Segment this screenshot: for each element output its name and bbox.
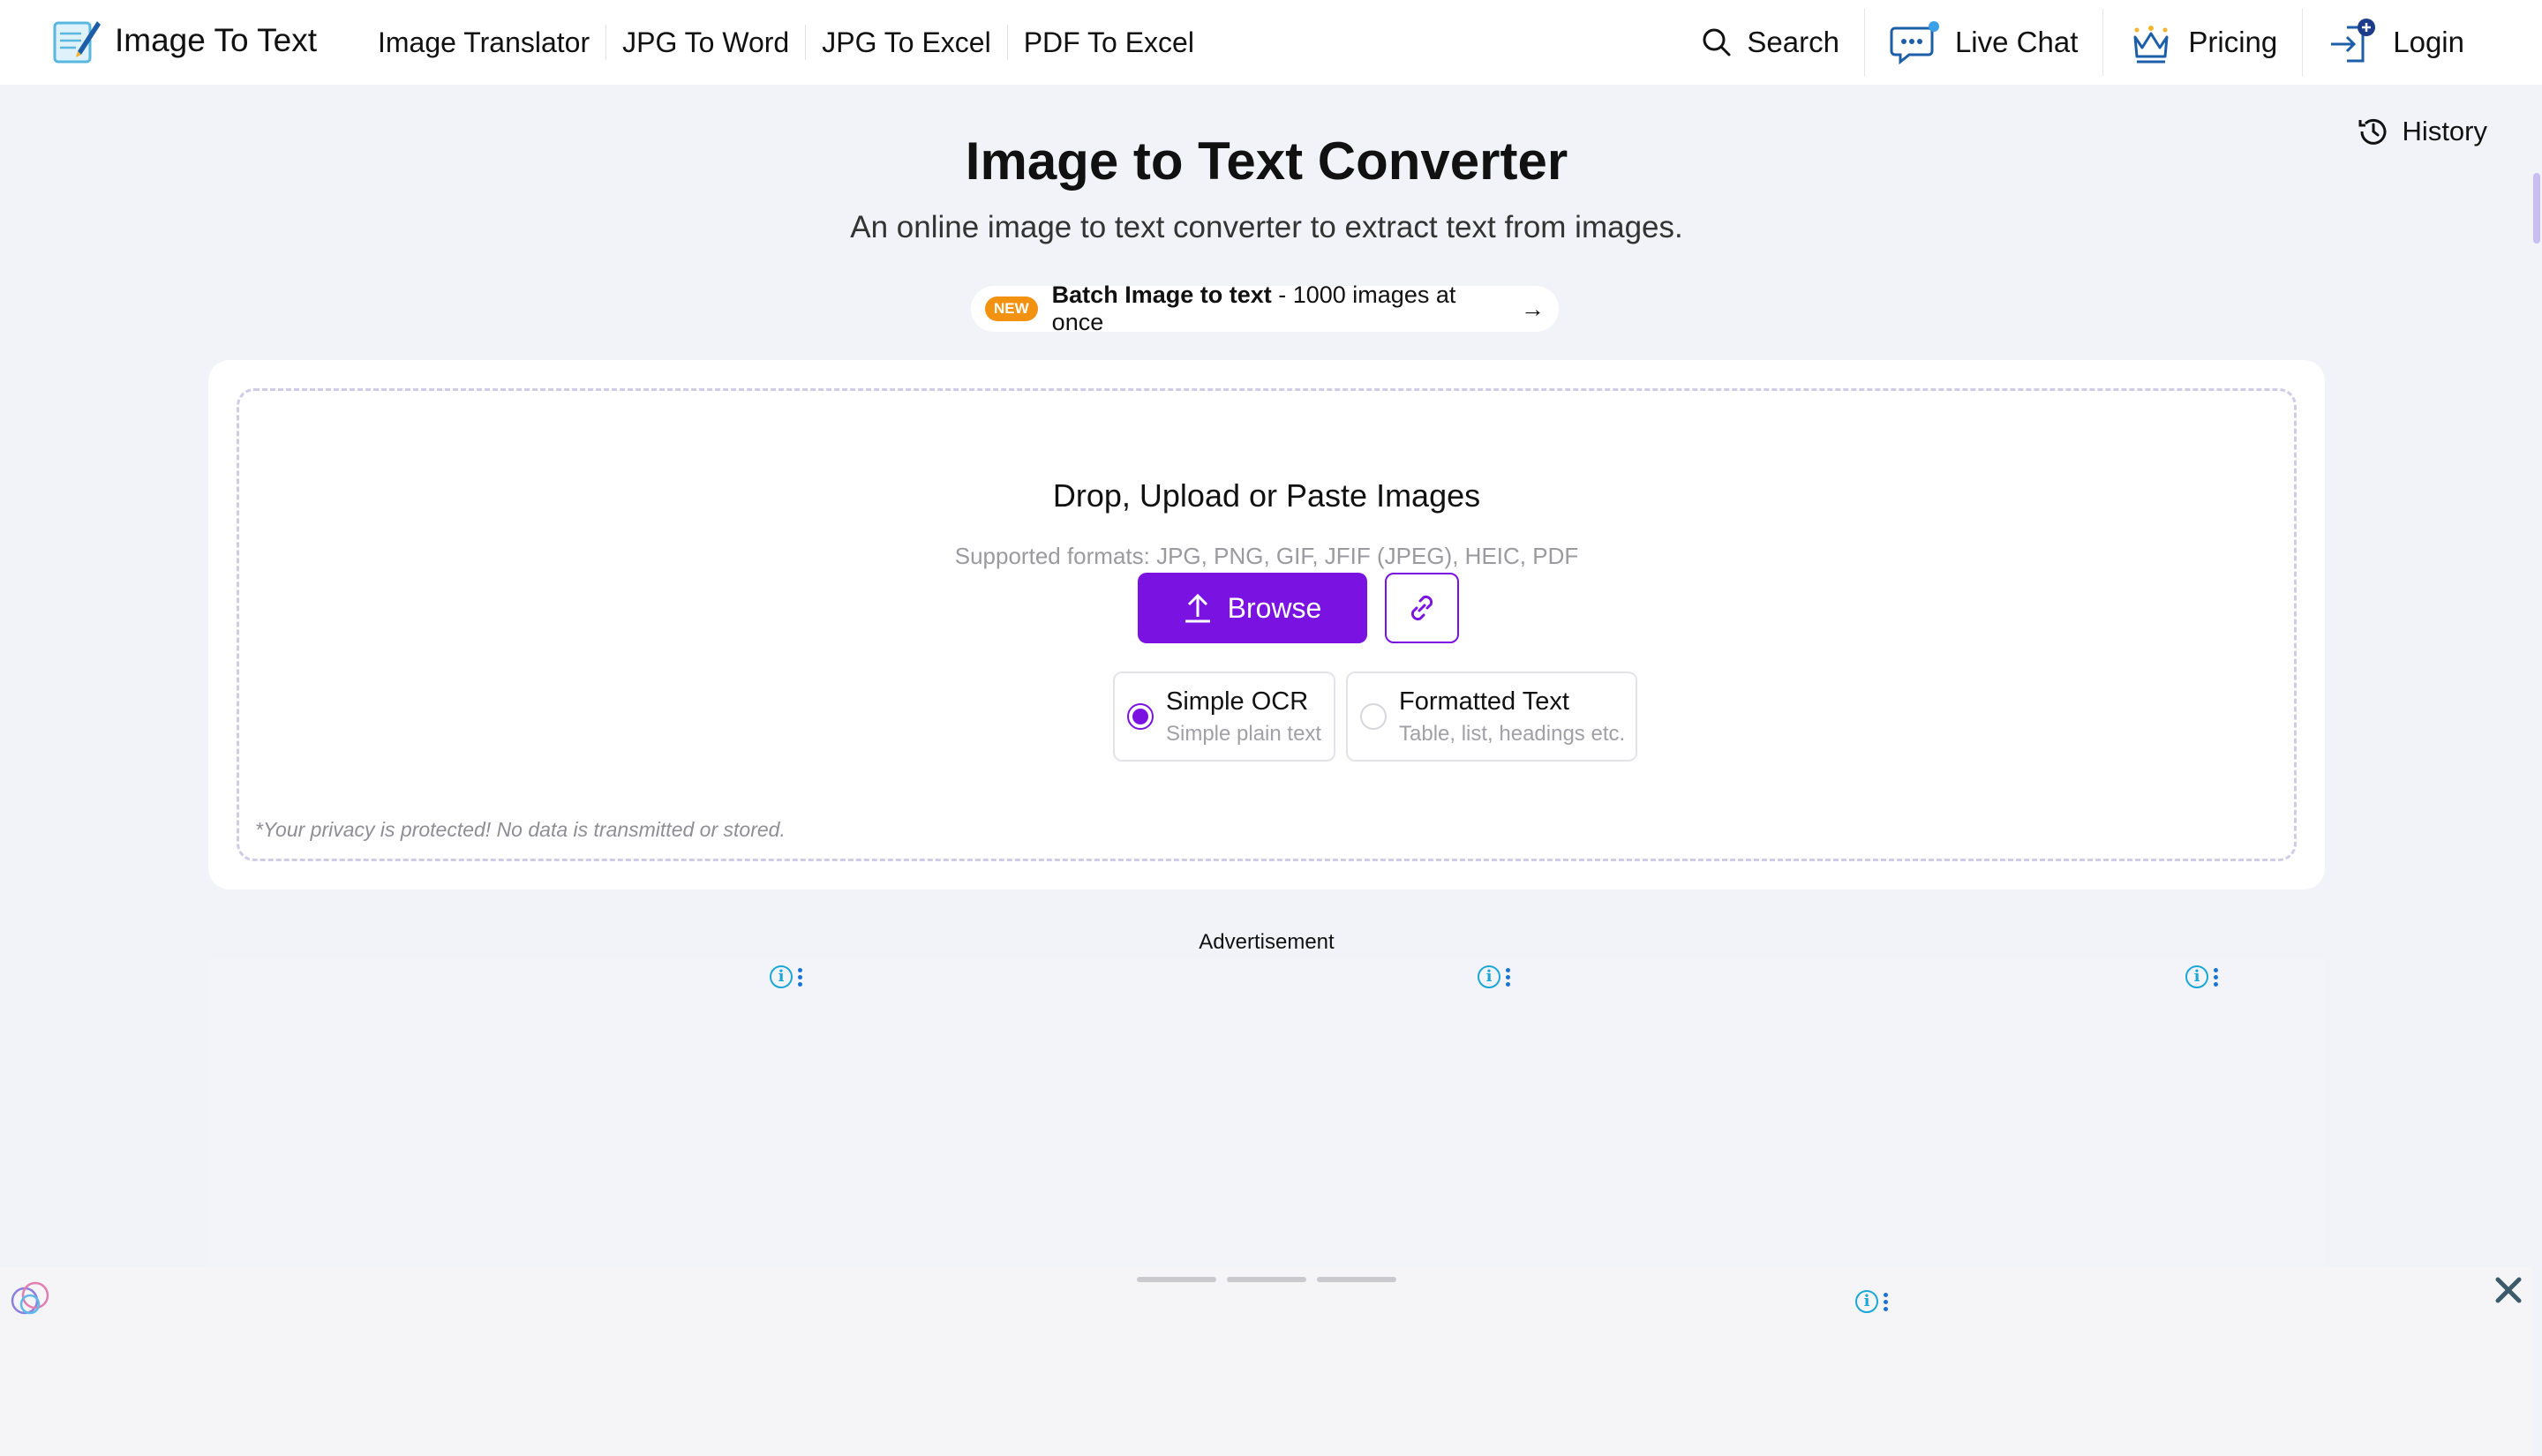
nav-pdf-to-excel[interactable]: PDF To Excel	[1006, 25, 1210, 60]
ad-menu-icon	[1506, 967, 1510, 987]
live-chat-label: Live Chat	[1954, 26, 2079, 58]
ad-choices-2[interactable]: i	[1478, 965, 1510, 988]
option-text: Simple OCR Simple plain text	[1166, 687, 1321, 747]
privacy-note: *Your privacy is protected! No data is t…	[255, 818, 786, 841]
chat-bubble-icon	[1890, 21, 1939, 65]
ad-menu-icon	[2214, 967, 2218, 987]
notepad-logo-icon	[53, 21, 101, 64]
radio-formatted-text[interactable]	[1360, 703, 1387, 730]
bottom-sticky-ad	[0, 1267, 2533, 1456]
option-title: Formatted Text	[1399, 687, 1569, 716]
promo-text: Batch Image to text - 1000 images at onc…	[1052, 281, 1507, 336]
drop-zone-title: Drop, Upload or Paste Images	[1052, 477, 1481, 514]
ad-info-icon: i	[770, 965, 793, 988]
ad-area	[208, 958, 2325, 1267]
live-chat-button[interactable]: Live Chat	[1863, 9, 2102, 76]
nav-image-translator[interactable]: Image Translator	[362, 25, 605, 60]
ad-choices-3[interactable]: i	[2185, 965, 2218, 988]
close-icon[interactable]	[2491, 1272, 2526, 1308]
option-simple-ocr[interactable]: Simple OCR Simple plain text	[1113, 672, 1335, 762]
option-text: Formatted Text Table, list, headings etc…	[1399, 687, 1625, 747]
search-button[interactable]: Search	[1676, 9, 1864, 76]
site-logo[interactable]: Image To Text	[51, 16, 317, 65]
login-button[interactable]: Login	[2302, 9, 2489, 76]
pricing-button[interactable]: Pricing	[2102, 9, 2302, 76]
browse-button[interactable]: Browse	[1138, 573, 1367, 643]
supported-formats: Supported formats: JPG, PNG, GIF, JFIF (…	[954, 543, 1579, 569]
upload-icon	[1185, 593, 1210, 623]
crown-icon	[2133, 26, 2169, 64]
arrow-right-icon: →	[1521, 295, 1545, 322]
search-label: Search	[1747, 26, 1839, 58]
page-title: Image to Text Converter	[965, 131, 1568, 191]
pricing-label: Pricing	[2188, 26, 2278, 58]
login-label: Login	[2393, 26, 2464, 58]
radio-simple-ocr[interactable]	[1127, 703, 1154, 730]
carousel-dot[interactable]	[1317, 1277, 1396, 1282]
new-badge: NEW	[985, 296, 1038, 321]
option-subtitle: Table, list, headings etc.	[1399, 721, 1626, 746]
ad-info-icon: i	[1478, 965, 1500, 988]
top-header: Image To Text Image Translator JPG To Wo…	[0, 0, 2542, 85]
ad-info-icon: i	[2185, 965, 2208, 988]
login-icon	[2331, 19, 2376, 63]
batch-promo-link[interactable]: NEW Batch Image to text - 1000 images at…	[971, 281, 1559, 335]
page-scrollbar[interactable]	[2530, 85, 2542, 1456]
option-formatted-text[interactable]: Formatted Text Table, list, headings etc…	[1346, 672, 1637, 762]
ad-choices-bottom[interactable]: i	[1855, 1290, 1888, 1313]
carousel-dot[interactable]	[1137, 1277, 1216, 1282]
main-nav: Image Translator JPG To Word JPG To Exce…	[362, 0, 1210, 85]
page-subtitle: An online image to text converter to ext…	[850, 210, 1683, 244]
assistant-bubble-icon[interactable]	[7, 1276, 53, 1322]
link-icon	[1410, 595, 1433, 621]
nav-jpg-to-word[interactable]: JPG To Word	[605, 25, 805, 60]
paste-url-button[interactable]	[1385, 573, 1459, 643]
ad-menu-icon	[798, 967, 802, 987]
search-icon	[1703, 28, 1731, 56]
scrollbar-thumb[interactable]	[2533, 173, 2540, 244]
advertisement-label: Advertisement	[1199, 930, 1335, 954]
nav-jpg-to-excel[interactable]: JPG To Excel	[805, 25, 1006, 60]
ad-info-icon: i	[1855, 1290, 1878, 1313]
upload-card: Drop, Upload or Paste Images Supported f…	[208, 360, 2325, 889]
right-nav: Search Live Chat Pricing Login	[1676, 0, 2489, 85]
option-subtitle: Simple plain text	[1166, 721, 1322, 746]
ad-menu-icon	[1884, 1292, 1888, 1311]
carousel-dot[interactable]	[1227, 1277, 1306, 1282]
option-title: Simple OCR	[1166, 687, 1309, 716]
drop-zone[interactable]: Drop, Upload or Paste Images Supported f…	[237, 388, 2297, 861]
browse-label: Browse	[1227, 591, 1322, 624]
promo-bold: Batch Image to text	[1051, 281, 1272, 308]
logo-text: Image To Text	[115, 22, 317, 58]
ad-choices-1[interactable]: i	[770, 965, 802, 988]
